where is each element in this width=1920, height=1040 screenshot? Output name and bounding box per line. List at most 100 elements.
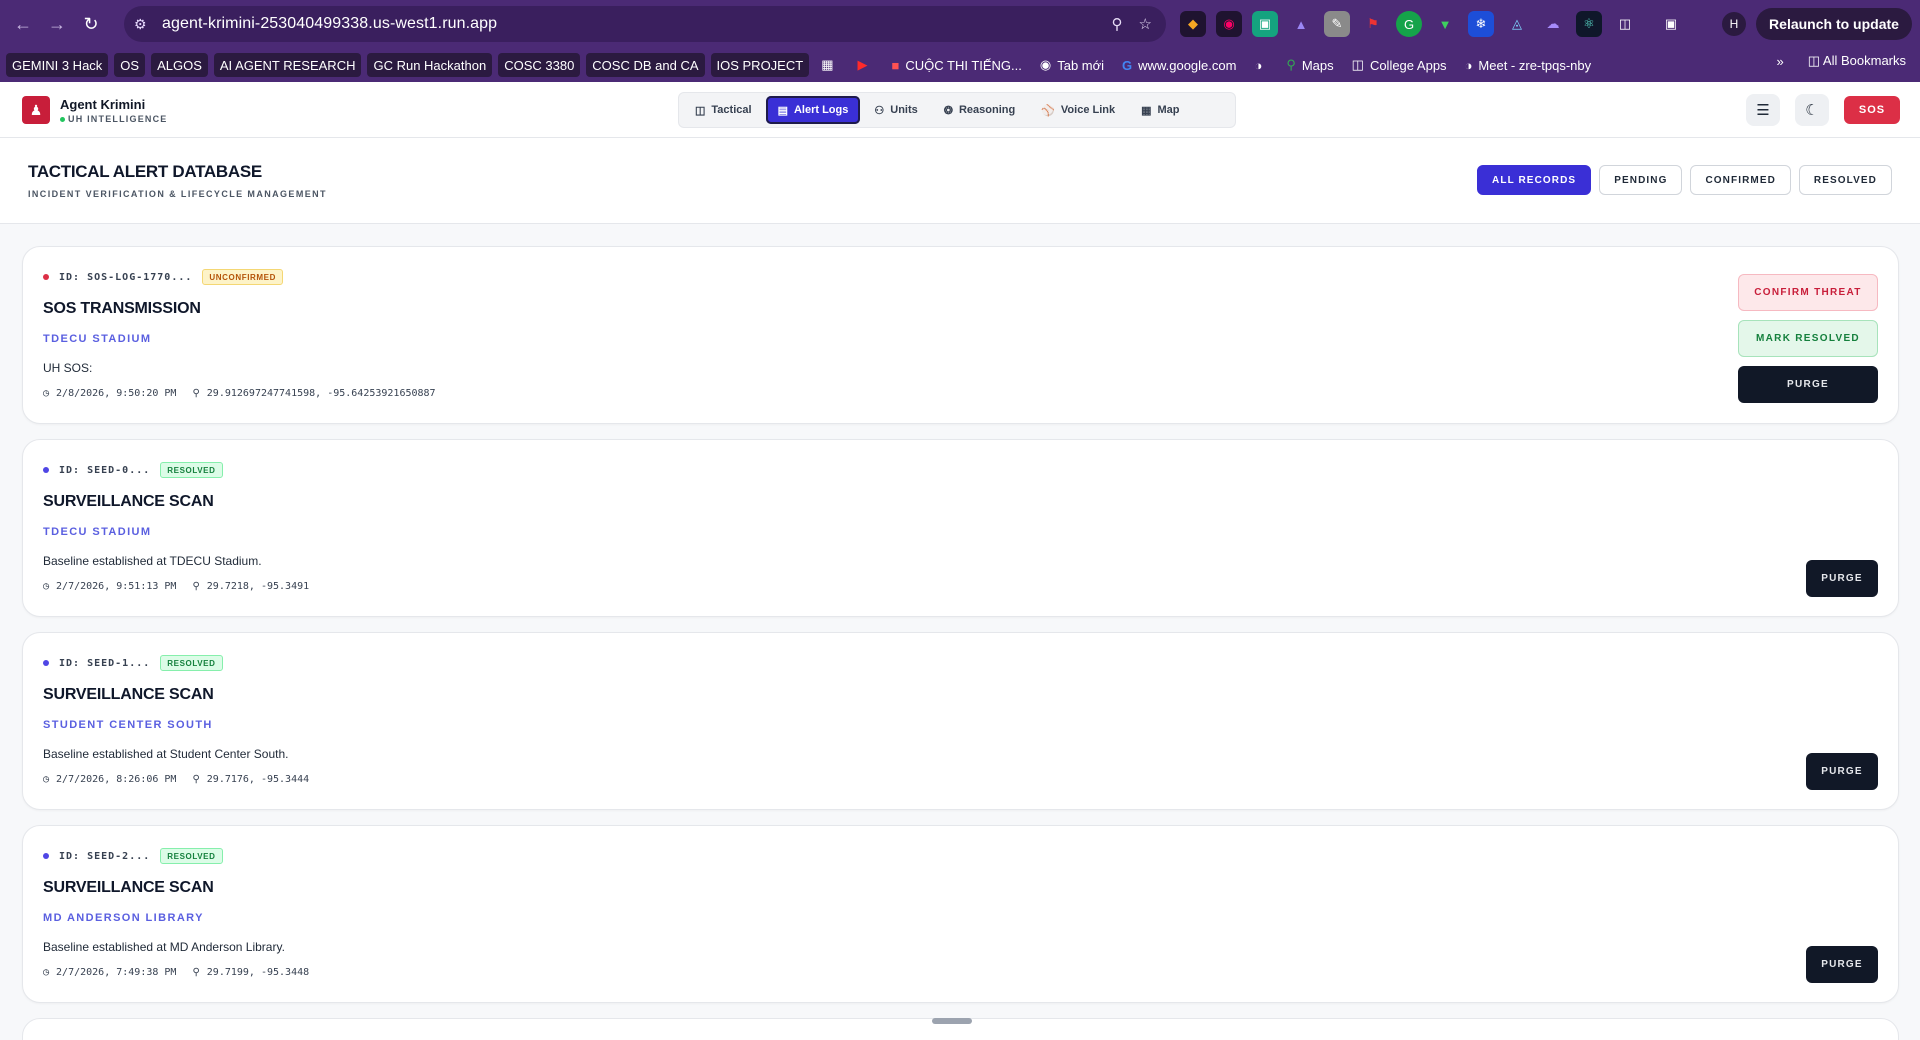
reload-icon[interactable]: ↻ xyxy=(74,7,108,41)
bookmark-star-icon[interactable]: ☆ xyxy=(1139,15,1152,33)
record-timestamp: 2/8/2026, 9:50:20 PM xyxy=(56,388,177,399)
record-filters: ALL RECORDS PENDING CONFIRMED RESOLVED xyxy=(1477,165,1892,195)
record-location: TDECU STADIUM xyxy=(43,333,152,345)
record-title: SURVEILLANCE SCAN xyxy=(43,879,214,896)
tab-map[interactable]: ▦ Map xyxy=(1129,96,1191,124)
bookmark-link[interactable]: ⚲ Maps xyxy=(1280,53,1339,77)
apps-grid-icon[interactable]: ▦ xyxy=(815,53,845,77)
record-id: ID: SEED-0... xyxy=(59,464,151,476)
tab-reasoning[interactable]: ❂ Reasoning xyxy=(932,96,1027,124)
sos-button[interactable]: SOS xyxy=(1844,96,1900,124)
bookmark-link[interactable]: ■ CUỘC THI TIẾNG... xyxy=(885,53,1027,77)
alert-records-list: ID: SOS-LOG-1770... UNCONFIRMED SOS TRAN… xyxy=(22,246,1899,1018)
record-coordinates: 29.7176, -95.3444 xyxy=(206,774,310,785)
bookmark-folder[interactable]: ◫ College Apps xyxy=(1346,53,1453,77)
status-dot xyxy=(43,274,49,280)
bookmark-folder[interactable]: OS xyxy=(114,53,146,77)
bookmark-folder[interactable]: GC Run Hackathon xyxy=(367,53,493,77)
site-settings-icon[interactable]: ⚙ xyxy=(134,16,154,33)
bookmark-folder[interactable]: AI AGENT RESEARCH xyxy=(213,53,362,77)
status-badge: RESOLVED xyxy=(160,848,223,864)
extension-icon[interactable]: ✎ xyxy=(1324,11,1350,37)
record-description: UH SOS: xyxy=(43,361,93,375)
bookmark-link[interactable]: ◑ Meet - zre-tpqs-nby xyxy=(1459,53,1598,77)
clock-icon: ◷ xyxy=(43,967,50,978)
extension-icon[interactable]: ▼ xyxy=(1432,11,1458,37)
bookmark-link[interactable]: ◉ Tab mới xyxy=(1034,53,1110,77)
filter-pending[interactable]: PENDING xyxy=(1599,165,1683,195)
filter-confirmed[interactable]: CONFIRMED xyxy=(1690,165,1791,195)
bookmark-link[interactable]: Gwww.google.com xyxy=(1116,53,1242,77)
bookmark-folder[interactable]: COSC DB and CA xyxy=(586,53,705,77)
react-extension-icon[interactable]: ⚛ xyxy=(1576,11,1602,37)
filter-resolved[interactable]: RESOLVED xyxy=(1798,165,1892,195)
extension-icon[interactable]: ◬ xyxy=(1504,11,1530,37)
purge-button[interactable]: PURGE xyxy=(1806,560,1878,597)
app-subtitle: UH INTELLIGENCE xyxy=(60,114,168,124)
mark-resolved-button[interactable]: MARK RESOLVED xyxy=(1738,320,1878,357)
bookmark-folder[interactable]: COSC 3380 xyxy=(498,53,581,77)
grammarly-icon[interactable]: G xyxy=(1396,11,1422,37)
extension-icon[interactable]: ❄ xyxy=(1468,11,1494,37)
browser-toolbar: ← → ↻ ⚙ agent-krimini-253040499338.us-we… xyxy=(0,0,1920,48)
url-text[interactable]: agent-krimini-253040499338.us-west1.run.… xyxy=(162,15,497,33)
record-location: MD ANDERSON LIBRARY xyxy=(43,912,204,924)
map-icon: ▦ xyxy=(1141,104,1152,117)
extension-icon[interactable]: ▣ xyxy=(1252,11,1278,37)
relaunch-button[interactable]: Relaunch to update xyxy=(1756,8,1912,40)
alert-record-card: ID: SEED-1... RESOLVED SURVEILLANCE SCAN… xyxy=(22,632,1899,810)
more-bookmarks-icon[interactable]: » xyxy=(1776,54,1783,69)
extension-icon[interactable]: ◉ xyxy=(1216,11,1242,37)
flag-extension-icon[interactable]: ⚑ xyxy=(1360,11,1386,37)
tab-search-icon[interactable]: ▣ xyxy=(1658,11,1684,37)
record-coordinates: 29.7199, -95.3448 xyxy=(206,967,310,978)
purge-button[interactable]: PURGE xyxy=(1738,366,1878,403)
record-location: TDECU STADIUM xyxy=(43,526,152,538)
record-actions: CONFIRM THREAT MARK RESOLVED PURGE xyxy=(1738,274,1878,403)
alert-record-card: ID: SEED-0... RESOLVED SURVEILLANCE SCAN… xyxy=(22,439,1899,617)
profile-avatar[interactable]: H xyxy=(1722,12,1746,36)
tab-voice-link[interactable]: ⚾ Voice Link xyxy=(1029,96,1127,124)
clock-icon: ◷ xyxy=(43,581,50,592)
record-timestamp: 2/7/2026, 8:26:06 PM xyxy=(56,774,177,785)
record-meta: ◷ 2/7/2026, 9:51:13 PM ⚲ 29.7218, -95.34… xyxy=(43,581,309,592)
record-title: SURVEILLANCE SCAN xyxy=(43,493,214,510)
bookmark-folder[interactable]: ALGOS xyxy=(151,53,208,77)
extension-icon[interactable]: ☁ xyxy=(1540,11,1566,37)
brain-icon: ❂ xyxy=(943,104,953,117)
extension-icon[interactable]: ▲ xyxy=(1288,11,1314,37)
record-id: ID: SEED-2... xyxy=(59,850,151,862)
tab-units[interactable]: ⚇ Units xyxy=(862,96,929,124)
app-header: ♟ Agent Krimini UH INTELLIGENCE ◫ Tactica… xyxy=(0,82,1920,138)
record-description: Baseline established at MD Anderson Libr… xyxy=(43,940,285,954)
dark-mode-moon-icon[interactable]: ☾ xyxy=(1795,94,1829,126)
all-bookmarks-folder[interactable]: ◫ All Bookmarks xyxy=(1808,53,1906,69)
confirm-threat-button[interactable]: CONFIRM THREAT xyxy=(1738,274,1878,311)
forward-arrow-icon[interactable]: → xyxy=(40,7,74,41)
record-title: SURVEILLANCE SCAN xyxy=(43,686,214,703)
extension-icon[interactable]: ◆ xyxy=(1180,11,1206,37)
extensions-row: ◆ ◉ ▣ ▲ ✎ ⚑ G ▼ ❄ ◬ ☁ ⚛ ◫ ▣ xyxy=(1180,11,1684,37)
address-bar[interactable]: ⚙ agent-krimini-253040499338.us-west1.ru… xyxy=(124,6,1166,42)
purge-button[interactable]: PURGE xyxy=(1806,946,1878,983)
record-id: ID: SEED-1... xyxy=(59,657,151,669)
record-location: STUDENT CENTER SOUTH xyxy=(43,719,213,731)
record-id: ID: SOS-LOG-1770... xyxy=(59,271,193,283)
scroll-handle[interactable] xyxy=(932,1018,972,1024)
tab-alert-logs[interactable]: ▤ Alert Logs xyxy=(765,96,861,124)
tab-tactical[interactable]: ◫ Tactical xyxy=(683,96,764,124)
bookmark-folder[interactable]: GEMINI 3 Hack xyxy=(6,53,109,77)
youtube-icon[interactable]: ▶ xyxy=(851,53,879,77)
globe-icon[interactable]: ◑ xyxy=(1248,53,1274,77)
filters-sliders-icon[interactable]: ☰ xyxy=(1746,94,1780,126)
filter-all-records[interactable]: ALL RECORDS xyxy=(1477,165,1592,195)
status-dot xyxy=(43,467,49,473)
purge-button[interactable]: PURGE xyxy=(1806,753,1878,790)
alert-record-card: ID: SOS-LOG-1770... UNCONFIRMED SOS TRAN… xyxy=(22,246,1899,424)
puzzle-extensions-icon[interactable]: ◫ xyxy=(1612,11,1638,37)
clock-icon: ◷ xyxy=(43,388,50,399)
bookmark-folder[interactable]: IOS PROJECT xyxy=(710,53,810,77)
record-description: Baseline established at Student Center S… xyxy=(43,747,289,761)
back-arrow-icon[interactable]: ← xyxy=(6,7,40,41)
location-pin-icon[interactable]: ⚲ xyxy=(1112,15,1123,33)
